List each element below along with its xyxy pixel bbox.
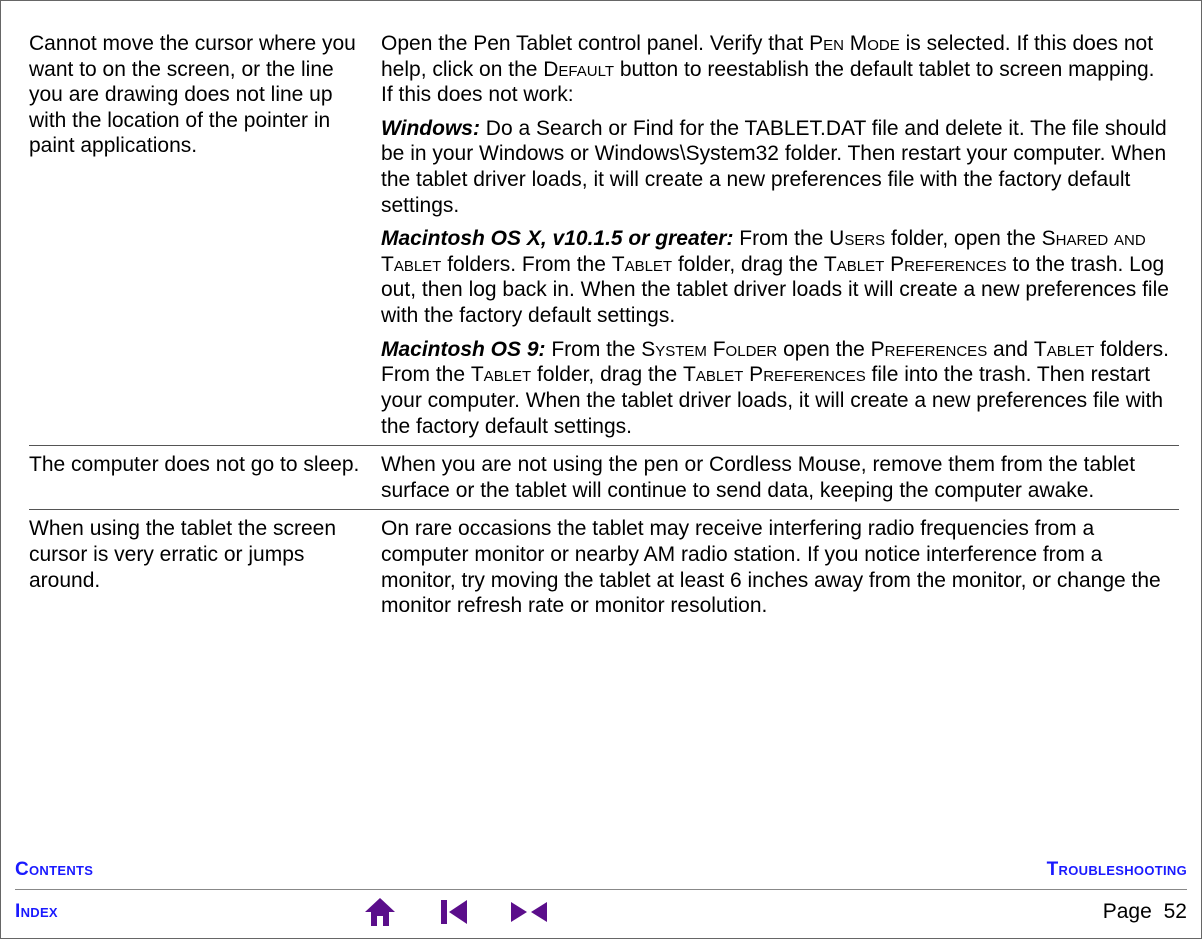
table-row: The computer does not go to sleep. When y… <box>29 446 1179 510</box>
page-label: Page <box>1103 900 1152 923</box>
ui-term: Preferences <box>871 338 988 361</box>
solution-paragraph: Macintosh OS X, v10.1.5 or greater: From… <box>381 226 1171 328</box>
solution-cell: On rare occasions the tablet may receive… <box>381 510 1179 625</box>
page-nav-icon[interactable] <box>505 898 553 926</box>
ui-term: Default <box>543 58 614 81</box>
page-footer: Contents Troubleshooting Index Page 52 <box>1 851 1201 938</box>
os-heading: Macintosh OS X, v10.1.5 or greater: <box>381 227 739 250</box>
content-area: Cannot move the cursor where you want to… <box>1 1 1201 851</box>
home-icon[interactable] <box>363 896 397 928</box>
solution-paragraph: Macintosh OS 9: From the System Folder o… <box>381 337 1171 439</box>
footer-bottom-row: Index Page 52 <box>15 896 1187 928</box>
solution-paragraph: On rare occasions the tablet may receive… <box>381 516 1171 618</box>
ui-term: System Folder <box>641 338 777 361</box>
problem-cell: When using the tablet the screen cursor … <box>29 510 381 625</box>
footer-divider <box>15 889 1187 890</box>
text-run: open the <box>777 338 870 361</box>
document-page: Cannot move the cursor where you want to… <box>0 0 1202 939</box>
solution-paragraph: Windows: Do a Search or Find for the TAB… <box>381 116 1171 218</box>
text-run: folders. From the <box>441 253 611 276</box>
ui-term: Users <box>829 227 885 250</box>
troubleshooting-table: Cannot move the cursor where you want to… <box>29 25 1179 625</box>
ui-term: Tablet <box>471 363 531 386</box>
table-row: Cannot move the cursor where you want to… <box>29 25 1179 446</box>
problem-cell: Cannot move the cursor where you want to… <box>29 25 381 446</box>
text-run: On rare occasions the tablet may receive… <box>381 517 1161 617</box>
ui-term: Tablet <box>1034 338 1094 361</box>
text-run: When you are not using the pen or Cordle… <box>381 453 1135 502</box>
solution-paragraph: Open the Pen Tablet control panel. Verif… <box>381 31 1171 108</box>
index-link[interactable]: Index <box>15 901 58 923</box>
text-run: and <box>987 338 1034 361</box>
ui-term: Tablet Preferences <box>683 363 866 386</box>
ui-term: Pen Mode <box>809 32 900 55</box>
troubleshooting-link[interactable]: Troubleshooting <box>1047 859 1187 881</box>
text-run: folder, drag the <box>531 363 683 386</box>
ui-term: Tablet Preferences <box>824 253 1007 276</box>
problem-text: The computer does not go to sleep. <box>29 452 373 478</box>
problem-text: Cannot move the cursor where you want to… <box>29 31 373 159</box>
text-run: Open the Pen Tablet control panel. Verif… <box>381 32 809 55</box>
problem-text: When using the tablet the screen cursor … <box>29 516 373 593</box>
text-run: folder, open the <box>885 227 1041 250</box>
os-heading: Windows: <box>381 117 486 140</box>
table-row: When using the tablet the screen cursor … <box>29 510 1179 625</box>
problem-cell: The computer does not go to sleep. <box>29 446 381 510</box>
nav-icon-group <box>363 896 553 928</box>
page-number-value: 52 <box>1164 900 1187 923</box>
contents-link[interactable]: Contents <box>15 859 93 881</box>
text-run: From the <box>551 338 641 361</box>
text-run: folder, drag the <box>672 253 824 276</box>
solution-cell: Open the Pen Tablet control panel. Verif… <box>381 25 1179 446</box>
page-number: Page 52 <box>1103 900 1187 924</box>
solution-paragraph: When you are not using the pen or Cordle… <box>381 452 1171 503</box>
text-run: Do a Search or Find for the TABLET.DAT f… <box>381 117 1167 217</box>
prev-section-icon[interactable] <box>431 898 471 926</box>
footer-top-row: Contents Troubleshooting <box>15 859 1187 887</box>
text-run: From the <box>739 227 829 250</box>
solution-cell: When you are not using the pen or Cordle… <box>381 446 1179 510</box>
os-heading: Macintosh OS 9: <box>381 338 551 361</box>
ui-term: Tablet <box>612 253 672 276</box>
